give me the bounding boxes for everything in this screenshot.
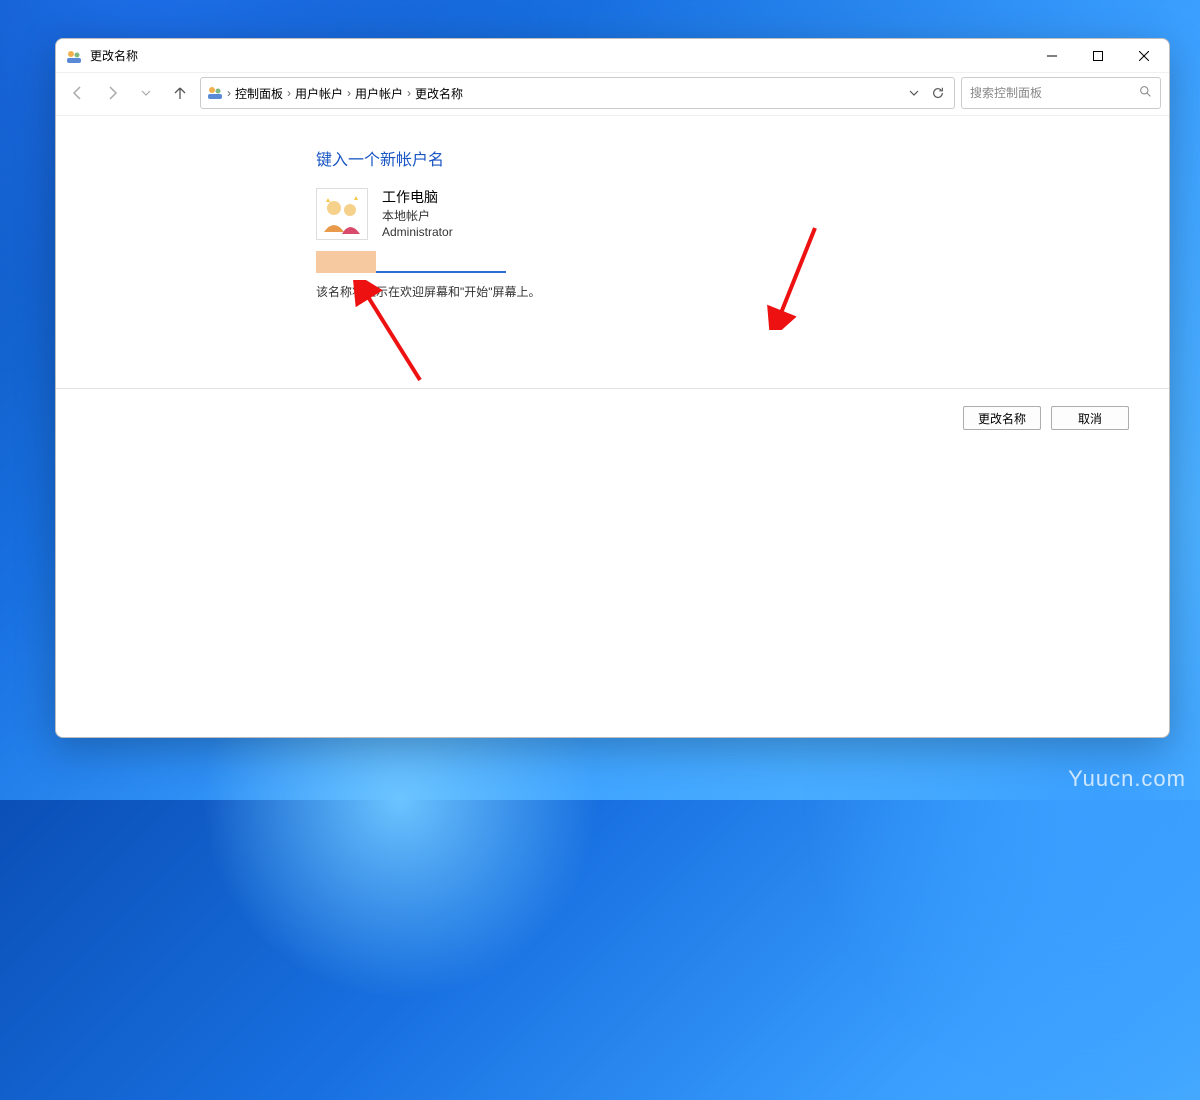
page-heading: 键入一个新帐户名 [316,146,1169,170]
minimize-button[interactable] [1029,40,1075,72]
search-icon [1139,85,1152,101]
content-area: 键入一个新帐户名 工作电脑 本地帐户 Administrator [56,115,1169,737]
address-dropdown[interactable] [904,88,924,98]
account-name: 工作电脑 [382,188,453,208]
search-box[interactable] [961,77,1161,109]
address-bar[interactable]: › 控制面板 › 用户帐户 › 用户帐户 › 更改名称 [200,77,955,109]
chevron-right-icon: › [227,86,231,100]
window-title: 更改名称 [90,47,138,64]
hint-text: 该名称将显示在欢迎屏幕和"开始"屏幕上。 [316,283,1169,300]
search-input[interactable] [970,86,1139,100]
chevron-right-icon: › [347,86,351,100]
account-type: 本地帐户 [382,208,453,225]
toolbar: › 控制面板 › 用户帐户 › 用户帐户 › 更改名称 [56,73,1169,115]
redacted-block [316,251,376,273]
breadcrumb-item[interactable]: 更改名称 [415,85,463,102]
breadcrumb-item[interactable]: 控制面板 [235,85,283,102]
new-account-name-input[interactable] [376,251,506,273]
refresh-button[interactable] [928,86,948,100]
chevron-right-icon: › [407,86,411,100]
recent-dropdown[interactable] [132,79,160,107]
back-button[interactable] [64,79,92,107]
chevron-right-icon: › [287,86,291,100]
maximize-button[interactable] [1075,40,1121,72]
account-role: Administrator [382,224,453,241]
up-button[interactable] [166,79,194,107]
control-panel-window: 更改名称 [55,38,1170,738]
divider [56,388,1169,389]
user-accounts-icon [207,84,223,103]
change-name-button[interactable]: 更改名称 [963,406,1041,430]
action-buttons: 更改名称 取消 [963,406,1129,430]
breadcrumb-item[interactable]: 用户帐户 [355,85,403,102]
close-button[interactable] [1121,40,1167,72]
watermark: Yuucn.com [1068,766,1186,792]
titlebar: 更改名称 [56,39,1169,73]
forward-button[interactable] [98,79,126,107]
breadcrumb-item[interactable]: 用户帐户 [295,85,343,102]
account-summary: 工作电脑 本地帐户 Administrator [316,188,1169,241]
user-accounts-icon [66,48,82,64]
cancel-button[interactable]: 取消 [1051,406,1129,430]
avatar [316,188,368,240]
